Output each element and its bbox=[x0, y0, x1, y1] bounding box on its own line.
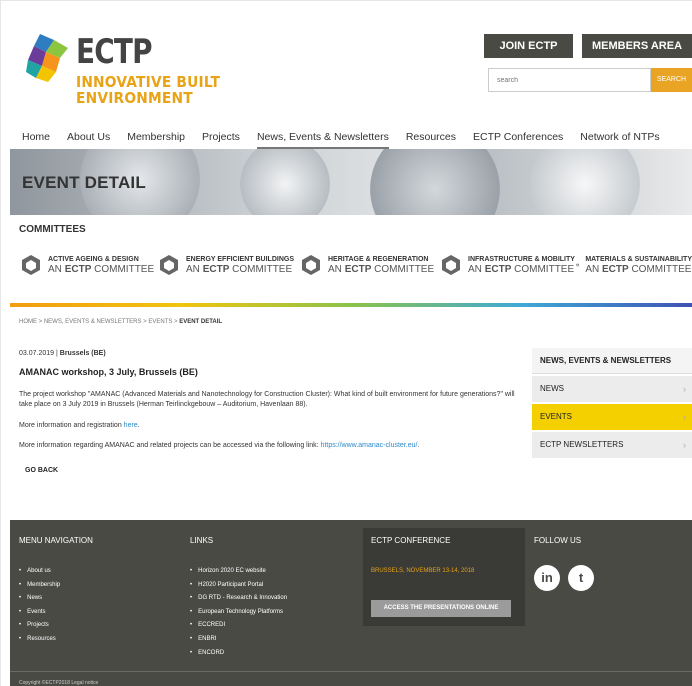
footer-link[interactable]: H2020 Participant Portal bbox=[190, 579, 287, 593]
committee-materials[interactable]: MATERIALS & SUSTAINABILITY AN ECTP COMMIT… bbox=[576, 251, 692, 279]
footer-links-heading: LINKS bbox=[190, 536, 214, 545]
logo-tagline-line1: INNOVATIVE BUILT bbox=[76, 73, 221, 91]
committee-subtitle: AN ECTP COMMITTEE bbox=[468, 264, 575, 275]
committee-subtitle: AN ECTP COMMITTEE bbox=[48, 264, 155, 275]
committee-hexagon-icon bbox=[442, 255, 460, 275]
members-area-button[interactable]: MEMBERS AREA bbox=[582, 34, 692, 58]
sidebar-heading[interactable]: NEWS, EVENTS & NEWSLETTERS bbox=[532, 348, 692, 374]
event-meta: 03.07.2019 | Brussels (BE) bbox=[19, 350, 106, 357]
committee-subtitle: AN ECTP COMMITTEE bbox=[585, 264, 692, 275]
access-presentations-button[interactable]: ACCESS THE PRESENTATIONS ONLINE bbox=[371, 600, 511, 617]
footer-link[interactable]: DG RTD - Research & Innovation bbox=[190, 592, 287, 606]
amanac-link[interactable]: https://www.amanac-cluster.eu/ bbox=[321, 442, 418, 449]
footer-divider bbox=[10, 671, 692, 672]
committee-subtitle: AN ECTP COMMITTEE bbox=[186, 264, 293, 275]
twitter-icon[interactable]: t bbox=[568, 565, 594, 591]
nav-item-ectp-conferences[interactable]: ECTP Conferences bbox=[473, 131, 563, 149]
footer-menu-item[interactable]: About us bbox=[19, 565, 60, 579]
committee-hexagon-icon bbox=[160, 255, 178, 275]
event-description: The project workshop "AMANAC (Advanced M… bbox=[19, 391, 515, 408]
footer-link[interactable]: European Technology Platforms bbox=[190, 606, 287, 620]
footer-menu-heading: MENU NAVIGATION bbox=[19, 536, 93, 545]
registration-link[interactable]: here bbox=[124, 422, 138, 429]
chevron-right-icon: › bbox=[683, 384, 686, 394]
conference-heading: ECTP CONFERENCE bbox=[371, 536, 451, 545]
chevron-right-icon: › bbox=[683, 440, 686, 450]
event-date: 03.07.2019 bbox=[19, 350, 55, 357]
event-title: AMANAC workshop, 3 July, Brussels (BE) bbox=[19, 367, 198, 377]
footer-link[interactable]: Horizon 2020 EC website bbox=[190, 565, 287, 579]
committee-infrastructure[interactable]: INFRASTRUCTURE & MOBILITY AN ECTP COMMITT… bbox=[440, 251, 575, 279]
linkedin-icon[interactable]: in bbox=[534, 565, 560, 591]
ectp-logo[interactable]: ECTP INNOVATIVE BUILT ENVIRONMENT bbox=[24, 30, 224, 110]
footer-menu-list: About us Membership News Events Projects… bbox=[19, 565, 60, 647]
nav-item-projects[interactable]: Projects bbox=[202, 131, 240, 149]
sidebar-item-ectp-newsletters[interactable]: ECTP NEWSLETTERS › bbox=[532, 432, 692, 458]
committee-hexagon-icon bbox=[576, 263, 580, 267]
page-banner: EVENT DETAIL bbox=[10, 149, 692, 215]
footer-menu-item[interactable]: Projects bbox=[19, 619, 60, 633]
nav-item-membership[interactable]: Membership bbox=[127, 131, 185, 149]
event-location: Brussels (BE) bbox=[59, 350, 106, 357]
search-input[interactable] bbox=[488, 68, 651, 92]
color-divider bbox=[10, 303, 692, 307]
logo-tagline-line2: ENVIRONMENT bbox=[76, 89, 193, 107]
committee-heritage[interactable]: HERITAGE & REGENERATION AN ECTP COMMITTEE bbox=[300, 251, 434, 279]
event-registration-text: More information and registration here. bbox=[19, 422, 140, 429]
nav-item-news-events[interactable]: News, Events & Newsletters bbox=[256, 131, 389, 149]
ectp-logo-mark-icon bbox=[26, 34, 68, 82]
search-button[interactable]: SEARCH bbox=[651, 68, 692, 92]
conference-date: BRUSSELS, NOVEMBER 13-14, 2018 bbox=[371, 568, 475, 574]
copyright-text: Copyright ©ECTP2018 Legal notice bbox=[19, 680, 99, 686]
sidebar: NEWS, EVENTS & NEWSLETTERS NEWS › EVENTS ›… bbox=[532, 348, 692, 458]
footer-menu-item[interactable]: Events bbox=[19, 606, 60, 620]
go-back-link[interactable]: GO BACK bbox=[25, 467, 58, 474]
footer-link[interactable]: ECCREDI bbox=[190, 619, 287, 633]
conference-box: ECTP CONFERENCE BRUSSELS, NOVEMBER 13-14… bbox=[363, 528, 525, 626]
chevron-right-icon: › bbox=[683, 412, 686, 422]
nav-item-resources[interactable]: Resources bbox=[406, 131, 456, 149]
footer-menu-item[interactable]: Membership bbox=[19, 579, 60, 593]
footer-link[interactable]: ENCORD bbox=[190, 647, 287, 661]
event-more-info-text: More information regarding AMANAC and re… bbox=[19, 442, 420, 449]
breadcrumb-current: EVENT DETAIL bbox=[179, 319, 223, 325]
committee-energy-efficient[interactable]: ENERGY EFFICIENT BUILDINGS AN ECTP COMMIT… bbox=[158, 251, 294, 279]
footer-links-list: Horizon 2020 EC website H2020 Participan… bbox=[190, 565, 287, 660]
follow-us-heading: FOLLOW US bbox=[534, 536, 582, 545]
logo-tagline: INNOVATIVE BUILT ENVIRONMENT bbox=[76, 74, 260, 106]
footer-link[interactable]: ENBRI bbox=[190, 633, 287, 647]
join-ectp-button[interactable]: JOIN ECTP bbox=[484, 34, 573, 58]
breadcrumb-path[interactable]: HOME > NEWS, EVENTS & NEWSLETTERS > EVEN… bbox=[19, 319, 179, 325]
sidebar-item-events[interactable]: EVENTS › bbox=[532, 404, 692, 430]
sidebar-item-news[interactable]: NEWS › bbox=[532, 376, 692, 402]
breadcrumb: HOME > NEWS, EVENTS & NEWSLETTERS > EVEN… bbox=[19, 319, 222, 325]
footer-menu-item[interactable]: News bbox=[19, 592, 60, 606]
footer: MENU NAVIGATION About us Membership News… bbox=[10, 520, 692, 686]
main-nav: Home About Us Membership Projects News, … bbox=[22, 131, 677, 149]
committee-hexagon-icon bbox=[302, 255, 320, 275]
footer-menu-item[interactable]: Resources bbox=[19, 633, 60, 647]
committees-heading: COMMITTEES bbox=[19, 224, 86, 235]
committee-active-ageing[interactable]: ACTIVE AGEING & DESIGN AN ECTP COMMITTEE bbox=[20, 251, 154, 279]
logo-wordmark: ECTP bbox=[76, 32, 153, 72]
committee-hexagon-icon bbox=[22, 255, 40, 275]
page-title: EVENT DETAIL bbox=[22, 173, 146, 192]
committee-subtitle: AN ECTP COMMITTEE bbox=[328, 264, 435, 275]
nav-item-about-us[interactable]: About Us bbox=[67, 131, 110, 149]
nav-item-network-of-ntps[interactable]: Network of NTPs bbox=[580, 131, 659, 149]
nav-item-home[interactable]: Home bbox=[22, 131, 50, 149]
